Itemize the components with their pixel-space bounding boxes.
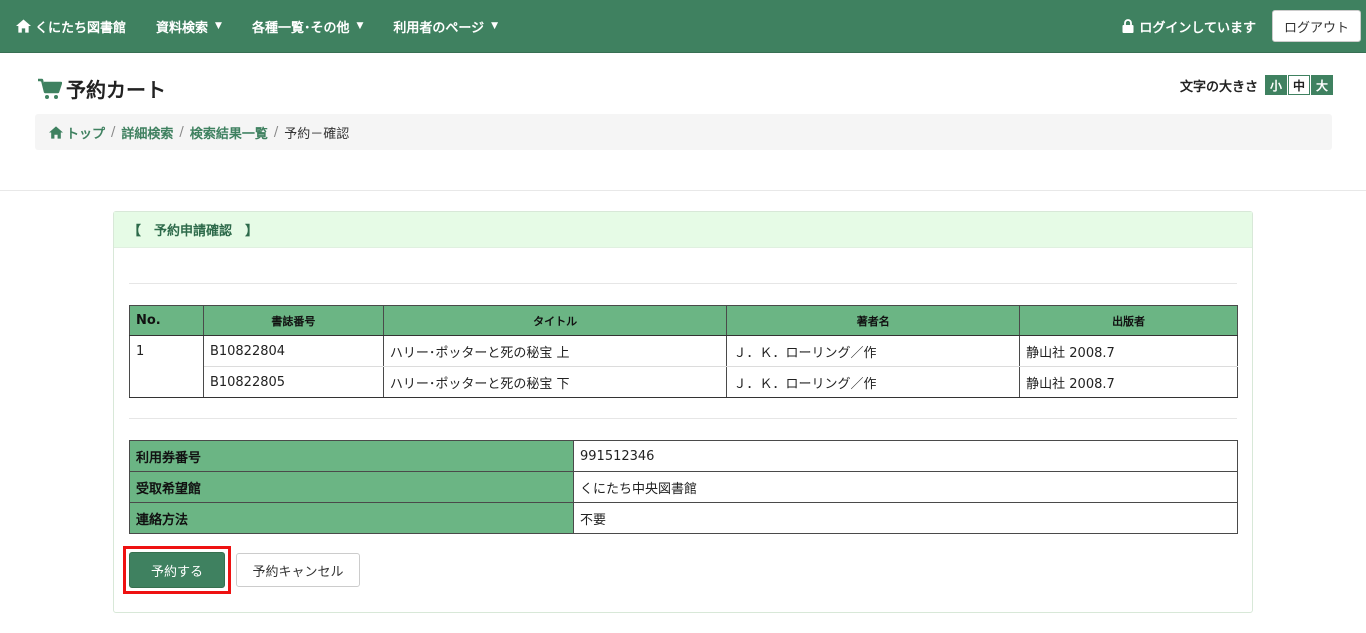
table-header-row: No. 書誌番号 タイトル 著者名 出版者 [129, 305, 1238, 336]
column-header-title: タイトル [382, 305, 728, 336]
top-navbar: くにたち図書館 資料検索 ▼ 各種一覧･その他 ▼ 利用者のページ ▼ ログイン… [0, 0, 1366, 53]
home-icon [49, 125, 63, 139]
reservation-items-table: No. 書誌番号 タイトル 著者名 出版者 1 B10822804 ハリー･ポッ… [129, 305, 1238, 398]
header-divider [0, 190, 1366, 191]
cell-publisher: 静山社 2008.7 [1019, 335, 1238, 367]
logout-button[interactable]: ログアウト [1271, 10, 1361, 42]
nav-menu-user-page[interactable]: 利用者のページ ▼ [393, 17, 498, 36]
reserve-submit-button[interactable]: 予約する [129, 552, 225, 588]
breadcrumb-top[interactable]: トップ [49, 123, 105, 142]
submit-highlight-frame: 予約する [123, 546, 231, 594]
nav-menu-label: 利用者のページ [393, 20, 485, 36]
table-row: B10822805 ハリー･ポッターと死の秘宝 下 Ｊ．Ｋ．ローリング／作 静山… [130, 366, 1238, 398]
cell-bib-number: B10822805 [202, 366, 384, 398]
page-title: 予約カート [38, 74, 166, 103]
breadcrumb-label: トップ [66, 126, 106, 142]
divider [129, 283, 1237, 284]
cell-title: ハリー･ポッターと死の秘宝 上 [382, 335, 728, 367]
font-size-small-button[interactable]: 小 [1265, 75, 1287, 95]
cell-publisher: 静山社 2008.7 [1019, 366, 1238, 398]
column-header-bib-number: 書誌番号 [202, 305, 384, 336]
cell-title: ハリー･ポッターと死の秘宝 下 [382, 366, 728, 398]
nav-menu-search[interactable]: 資料検索 ▼ [156, 17, 222, 36]
info-value: 不要 [573, 502, 1238, 534]
divider [129, 418, 1237, 419]
cell-author: Ｊ．Ｋ．ローリング／作 [726, 366, 1021, 398]
table-row: 1 B10822804 ハリー･ポッターと死の秘宝 上 Ｊ．Ｋ．ローリング／作 … [129, 335, 1238, 398]
info-label: 利用券番号 [129, 440, 574, 472]
breadcrumb-separator: / [111, 124, 116, 140]
info-value: 991512346 [573, 440, 1238, 472]
info-row: 連絡方法 不要 [129, 502, 1238, 534]
reservation-info-table: 利用券番号 991512346 受取希望館 くにたち中央図書館 連絡方法 不要 [129, 440, 1238, 534]
home-icon [16, 19, 31, 33]
column-header-author: 著者名 [726, 305, 1021, 336]
reserve-cancel-button[interactable]: 予約キャンセル [236, 553, 360, 587]
nav-right: ログインしています ログアウト [1122, 10, 1366, 42]
brand-link[interactable]: くにたち図書館 [16, 17, 126, 36]
info-row: 利用券番号 991512346 [129, 440, 1238, 472]
panel-heading: 【 予約申請確認 】 [114, 212, 1252, 248]
nav-menu-label: 資料検索 [156, 20, 209, 36]
caret-down-icon: ▼ [491, 21, 499, 31]
breadcrumb-advanced-search[interactable]: 詳細検索 [121, 123, 173, 142]
page-title-text: 予約カート [66, 78, 166, 102]
caret-down-icon: ▼ [356, 21, 364, 31]
font-size-selector: 文字の大きさ 小 中 大 [1180, 75, 1333, 95]
cell-no: 1 [129, 335, 204, 398]
font-size-large-button[interactable]: 大 [1311, 75, 1333, 95]
column-header-no: No. [129, 305, 204, 336]
font-size-label: 文字の大きさ [1179, 79, 1258, 95]
info-value: くにたち中央図書館 [573, 471, 1238, 503]
nav-menu-label: 各種一覧･その他 [251, 20, 350, 36]
column-header-publisher: 出版者 [1019, 305, 1238, 336]
caret-down-icon: ▼ [215, 21, 222, 31]
nav-menu-lists[interactable]: 各種一覧･その他 ▼ [252, 17, 363, 36]
info-label: 連絡方法 [129, 502, 574, 534]
info-row: 受取希望館 くにたち中央図書館 [129, 471, 1238, 503]
brand-label: くにたち図書館 [35, 20, 127, 36]
breadcrumb-separator: / [273, 124, 279, 140]
cell-bib-number: B10822804 [202, 335, 384, 367]
cell-author: Ｊ．Ｋ．ローリング／作 [726, 335, 1021, 367]
reservation-confirm-panel: 【 予約申請確認 】 No. 書誌番号 タイトル 著者名 出版者 1 B1082… [113, 211, 1253, 613]
font-size-medium-button[interactable]: 中 [1288, 75, 1310, 95]
info-label: 受取希望館 [129, 471, 574, 503]
breadcrumb-separator: / [179, 124, 184, 140]
breadcrumb-search-results[interactable]: 検索結果一覧 [190, 123, 268, 142]
login-status-text: ログインしています [1139, 20, 1256, 36]
breadcrumb-current: 予約－確認 [284, 126, 350, 142]
lock-icon [1122, 19, 1134, 33]
cart-icon [38, 78, 62, 99]
login-status: ログインしています [1122, 17, 1256, 36]
breadcrumb: トップ / 詳細検索 / 検索結果一覧 / 予約－確認 [35, 114, 1332, 150]
